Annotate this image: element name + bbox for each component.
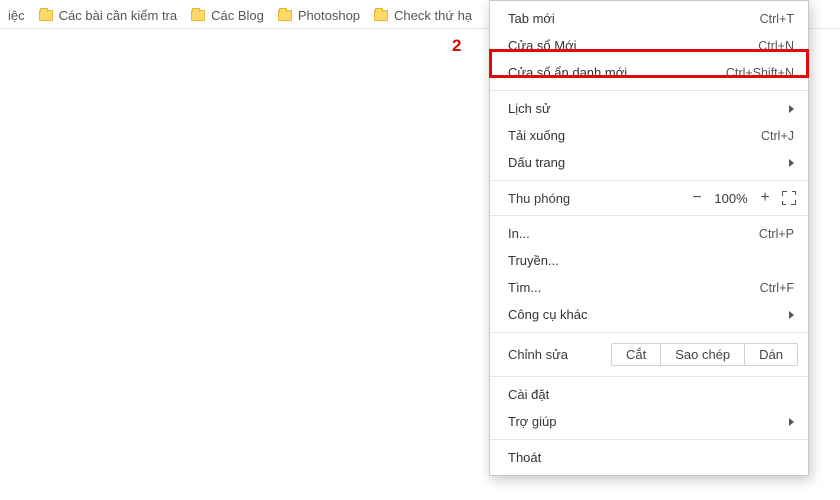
menu-find[interactable]: Tìm...Ctrl+F <box>490 274 808 301</box>
menu-zoom: Thu phóng − 100% + <box>490 185 808 211</box>
menu-separator <box>490 439 808 440</box>
folder-icon <box>39 10 53 21</box>
edit-copy-button[interactable]: Sao chép <box>661 344 745 365</box>
bookmark-item[interactable]: Các bài cần kiểm tra <box>39 8 178 23</box>
bookmark-label: Các Blog <box>211 8 264 23</box>
menu-print[interactable]: In...Ctrl+P <box>490 220 808 247</box>
bookmark-label: Các bài cần kiểm tra <box>59 8 178 23</box>
edit-group: Cắt Sao chép Dán <box>611 343 798 366</box>
bookmark-label: iệc <box>8 8 25 23</box>
shortcut: Ctrl+Shift+N <box>726 66 794 80</box>
chevron-right-icon <box>789 418 794 426</box>
edit-paste-button[interactable]: Dán <box>745 344 797 365</box>
menu-history[interactable]: Lịch sử <box>490 95 808 122</box>
menu-edit: Chỉnh sửa Cắt Sao chép Dán <box>490 337 808 372</box>
menu-cast[interactable]: Truyền... <box>490 247 808 274</box>
chevron-right-icon <box>789 159 794 167</box>
edit-label: Chỉnh sửa <box>508 347 611 362</box>
bookmark-item[interactable]: Check thứ hạ <box>374 8 472 23</box>
bookmark-label: Check thứ hạ <box>394 8 472 23</box>
bookmark-label: Photoshop <box>298 8 360 23</box>
menu-separator <box>490 376 808 377</box>
folder-icon <box>374 10 388 21</box>
zoom-in-button[interactable]: + <box>754 189 776 207</box>
menu-settings[interactable]: Cài đặt <box>490 381 808 408</box>
menu-separator <box>490 215 808 216</box>
chrome-menu: Tab mớiCtrl+T Cửa sổ MớiCtrl+N Cửa sổ ẩn… <box>489 0 809 476</box>
folder-icon <box>191 10 205 21</box>
shortcut: Ctrl+T <box>760 12 794 26</box>
menu-bookmarks[interactable]: Dấu trang <box>490 149 808 176</box>
folder-icon <box>278 10 292 21</box>
bookmark-item[interactable]: iệc <box>8 8 25 23</box>
menu-downloads[interactable]: Tải xuốngCtrl+J <box>490 122 808 149</box>
shortcut: Ctrl+J <box>761 129 794 143</box>
zoom-out-button[interactable]: − <box>686 189 708 207</box>
menu-new-tab[interactable]: Tab mớiCtrl+T <box>490 5 808 32</box>
shortcut: Ctrl+P <box>759 227 794 241</box>
chevron-right-icon <box>789 311 794 319</box>
menu-new-window[interactable]: Cửa sổ MớiCtrl+N <box>490 32 808 59</box>
menu-separator <box>490 332 808 333</box>
zoom-value: 100% <box>708 191 754 206</box>
menu-more-tools[interactable]: Công cụ khác <box>490 301 808 328</box>
menu-incognito[interactable]: Cửa sổ ẩn danh mớiCtrl+Shift+N <box>490 59 808 86</box>
menu-exit[interactable]: Thoát <box>490 444 808 471</box>
menu-help[interactable]: Trợ giúp <box>490 408 808 435</box>
edit-cut-button[interactable]: Cắt <box>612 344 661 365</box>
fullscreen-icon[interactable] <box>782 191 796 205</box>
shortcut: Ctrl+N <box>758 39 794 53</box>
menu-separator <box>490 180 808 181</box>
annotation-2: 2 <box>452 36 461 56</box>
menu-separator <box>490 90 808 91</box>
bookmark-item[interactable]: Các Blog <box>191 8 264 23</box>
bookmark-item[interactable]: Photoshop <box>278 8 360 23</box>
zoom-label: Thu phóng <box>508 191 686 206</box>
shortcut: Ctrl+F <box>760 281 794 295</box>
chevron-right-icon <box>789 105 794 113</box>
